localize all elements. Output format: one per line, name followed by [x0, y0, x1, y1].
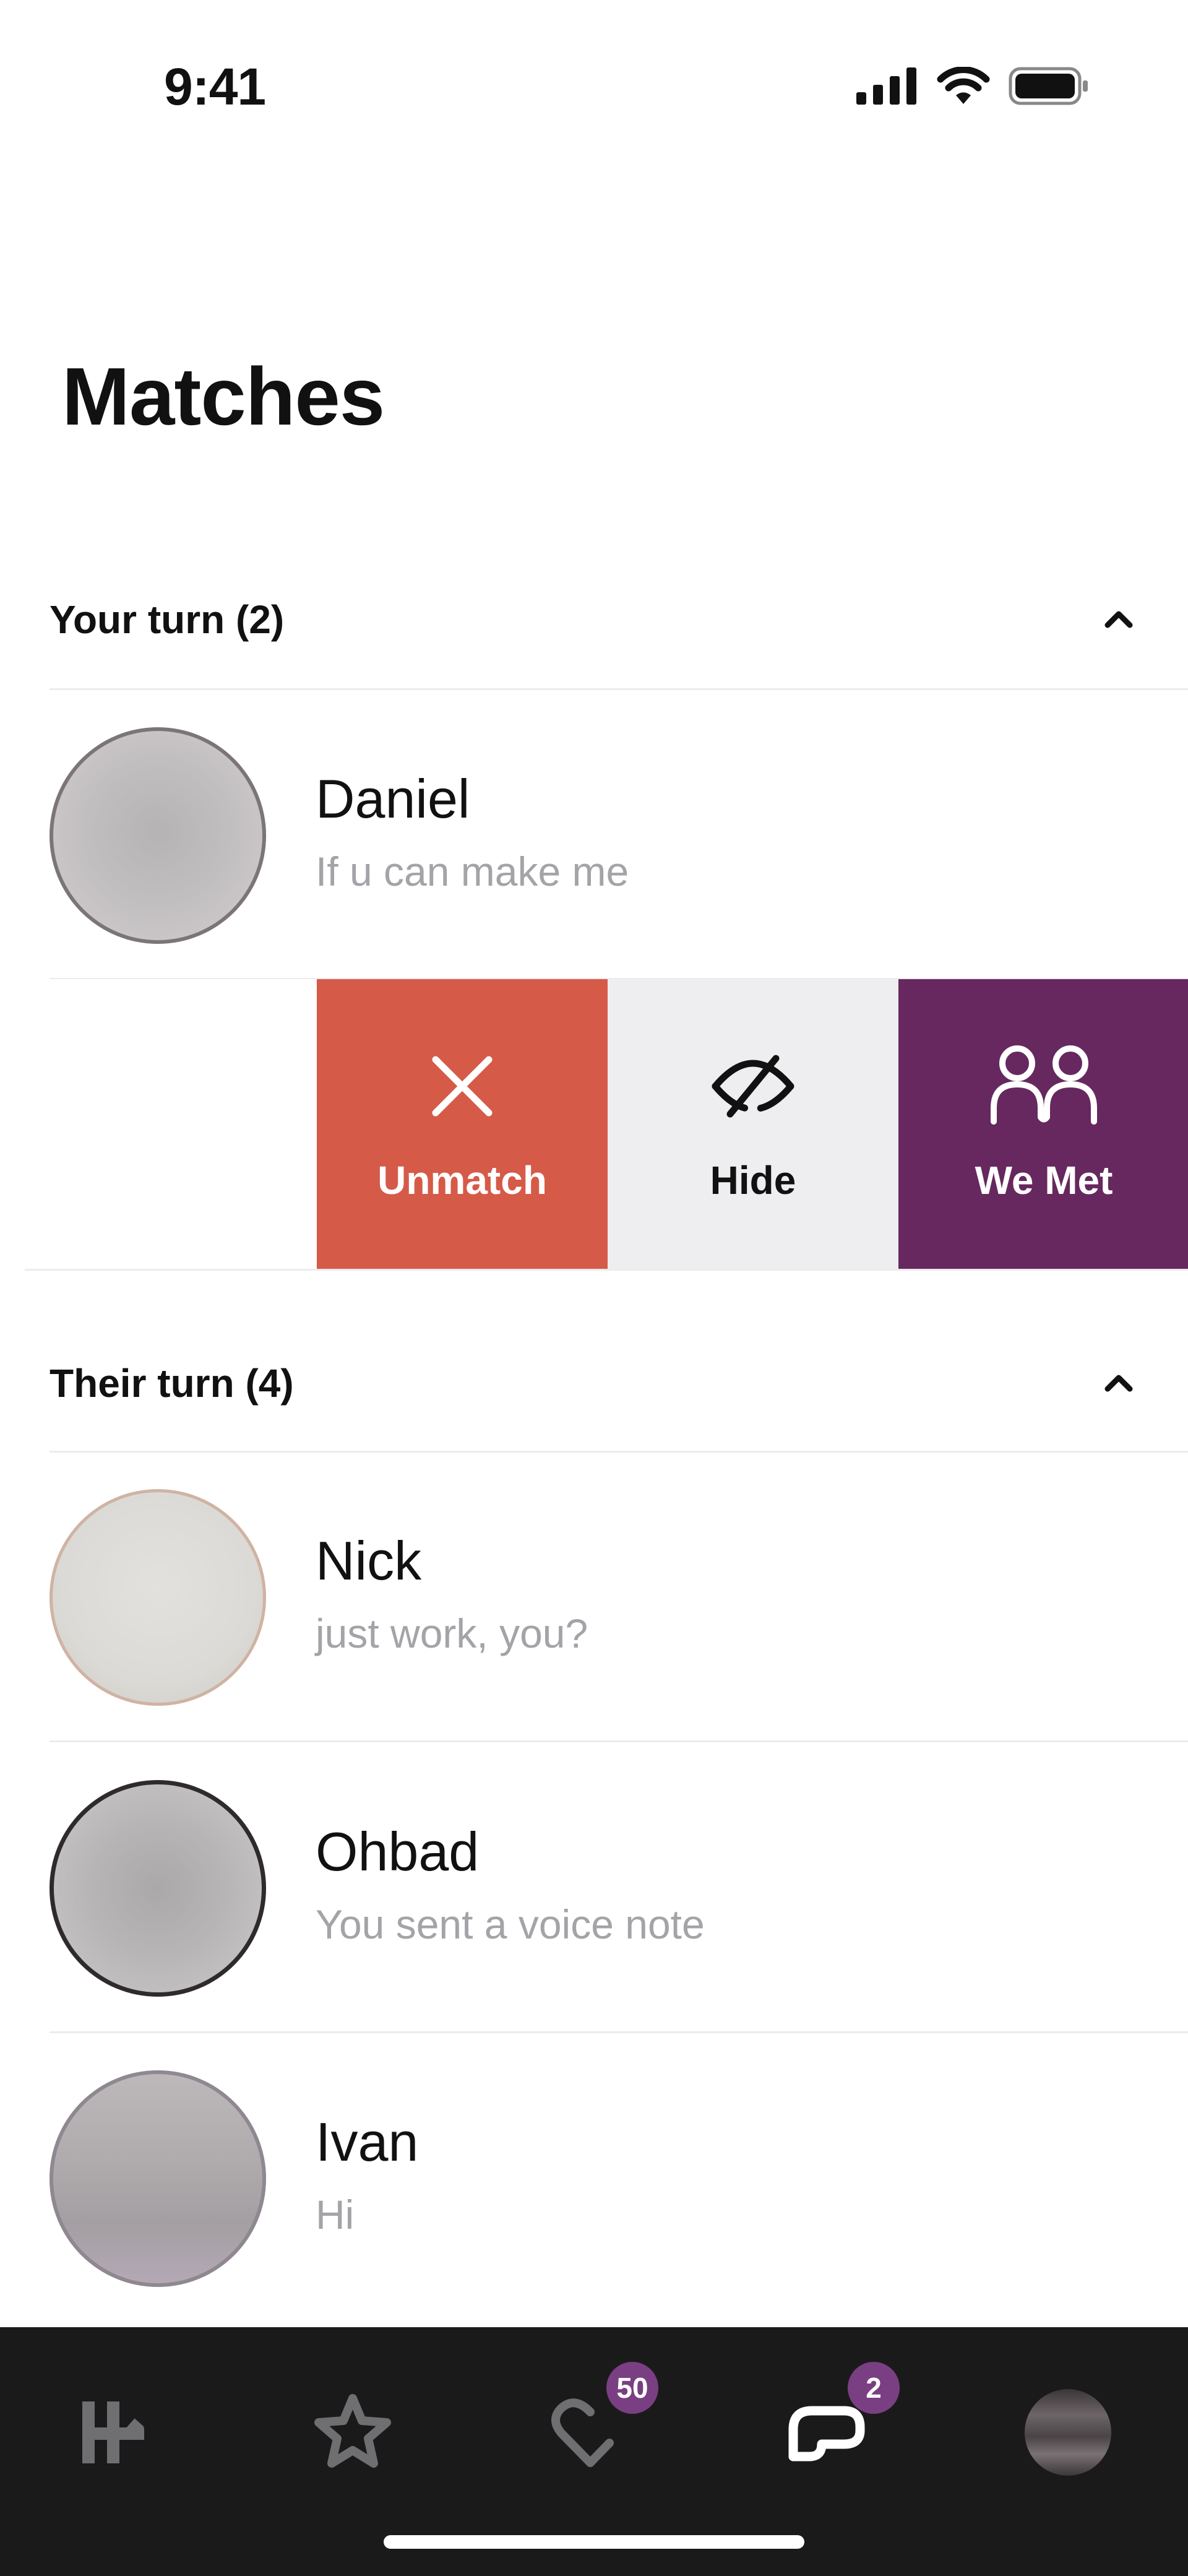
tab-profile[interactable] — [1012, 2371, 1124, 2494]
unmatch-button[interactable]: Unmatch — [317, 979, 608, 1270]
hinge-logo-icon — [82, 2401, 144, 2463]
status-time: 9:41 — [164, 58, 266, 116]
match-name: Ohbad — [316, 1821, 480, 1882]
eye-slash-icon — [712, 1055, 794, 1118]
matches-count-badge: 2 — [848, 2362, 900, 2414]
chevron-up-icon[interactable] — [1099, 1363, 1138, 1403]
match-row-daniel[interactable]: Daniel If u can make me — [0, 690, 1188, 981]
tab-likes[interactable]: 50 — [535, 2362, 658, 2494]
page-title: Matches — [62, 351, 385, 442]
tab-matches[interactable]: 2 — [772, 2362, 900, 2494]
avatar — [50, 2070, 266, 2287]
message-preview: just work, you? — [316, 1610, 588, 1656]
we-met-button[interactable]: We Met — [898, 979, 1188, 1270]
swiped-match-row: Unmatch Hide We Met — [0, 979, 1188, 1270]
section-title: Their turn (4) — [50, 1361, 294, 1406]
close-icon — [432, 1056, 493, 1117]
chevron-up-icon[interactable] — [1099, 599, 1138, 639]
match-name: Daniel — [316, 768, 470, 829]
match-row-nick[interactable]: Nick just work, you? — [0, 1452, 1188, 1743]
bottom-tab-bar: 50 2 — [0, 2327, 1188, 2576]
swiped-row-content — [0, 979, 317, 1270]
unmatch-label: Unmatch — [377, 1158, 547, 1203]
battery-icon — [1009, 67, 1088, 105]
profile-avatar — [1025, 2389, 1111, 2476]
status-bar: 9:41 — [0, 0, 1188, 176]
match-name: Nick — [316, 1530, 422, 1591]
tab-discover[interactable] — [59, 2371, 171, 2494]
message-preview: You sent a voice note — [316, 1901, 705, 1947]
message-preview: Hi — [316, 2192, 355, 2237]
match-row-ivan[interactable]: Ivan Hi — [0, 2033, 1188, 2324]
match-name: Ivan — [316, 2111, 419, 2172]
home-indicator — [384, 2535, 804, 2549]
status-icons — [856, 67, 1089, 105]
avatar — [50, 1780, 266, 1997]
we-met-label: We Met — [975, 1158, 1113, 1203]
section-title: Your turn (2) — [50, 597, 285, 642]
star-icon — [314, 2394, 391, 2468]
avatar — [50, 727, 266, 944]
cellular-signal-icon — [856, 67, 916, 105]
likes-count-badge: 50 — [606, 2362, 658, 2414]
avatar — [50, 1489, 266, 1706]
hide-button[interactable]: Hide — [608, 979, 898, 1270]
message-preview: If u can make me — [316, 849, 629, 894]
divider — [25, 1269, 1188, 1271]
section-header-your-turn[interactable]: Your turn (2) — [0, 542, 1188, 691]
tab-standouts[interactable] — [297, 2371, 408, 2494]
divider — [50, 1740, 1188, 1742]
section-header-their-turn[interactable]: Their turn (4) — [0, 1306, 1188, 1454]
hide-label: Hide — [710, 1158, 796, 1203]
two-people-icon — [991, 1045, 1097, 1125]
wifi-icon — [937, 67, 990, 104]
match-row-ohbad[interactable]: Ohbad You sent a voice note — [0, 1743, 1188, 2034]
